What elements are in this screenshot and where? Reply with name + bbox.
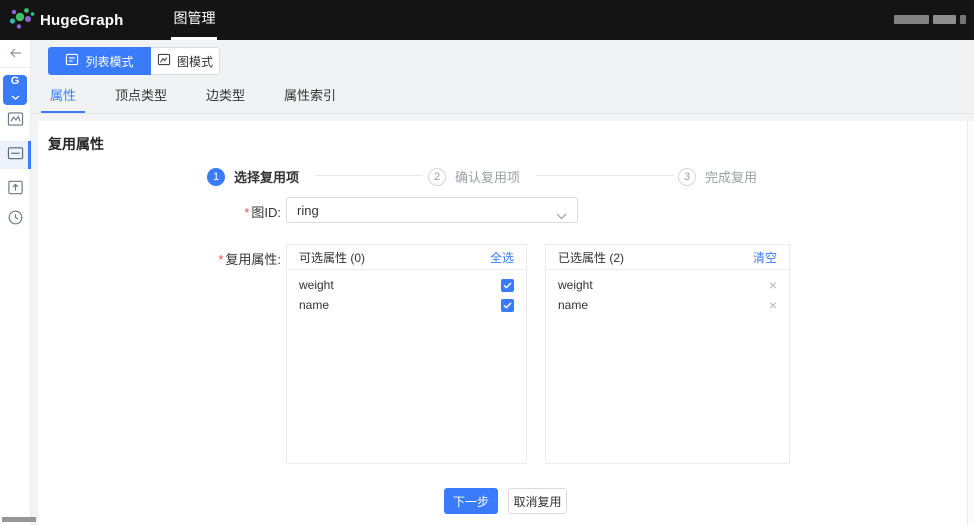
step-2: 2 确认复用项 (428, 167, 520, 186)
graph-id-label-text: 图ID: (251, 205, 281, 220)
tab-property[interactable]: 属性 (41, 82, 85, 113)
property-name: name (558, 298, 588, 312)
checkbox-checked[interactable] (501, 299, 514, 312)
step-connector (536, 175, 674, 176)
x-icon[interactable]: × (769, 278, 777, 292)
list-item: weight × (546, 275, 789, 295)
property-name: weight (558, 278, 593, 292)
selected-panel-header: 已选属性 (2) 清空 (546, 245, 789, 270)
nav-label: 图管理 (173, 10, 215, 26)
tab-label: 属性 (50, 88, 76, 103)
sidebar-active-indicator (28, 141, 31, 169)
reuse-property-panel: 复用属性 1 选择复用项 2 确认复用项 3 完成复用 *图ID: ring *… (38, 121, 967, 525)
arrow-left-icon (8, 46, 23, 65)
required-mark: * (244, 205, 249, 220)
selected-panel-body: weight × name × (546, 270, 789, 315)
required-mark: * (218, 252, 223, 267)
tab-vertex-type[interactable]: 顶点类型 (106, 82, 176, 113)
version-redacted (2, 517, 36, 522)
sidebar-divider (0, 67, 30, 68)
step-3-circle: 3 (678, 168, 696, 186)
scrollbar-track[interactable] (967, 121, 974, 525)
cancel-reuse-button[interactable]: 取消复用 (508, 488, 567, 514)
graph-mode-button[interactable]: 图模式 (151, 47, 220, 75)
available-title-text: 可选属性 (299, 251, 347, 265)
step-2-circle: 2 (428, 168, 446, 186)
tab-label: 属性索引 (284, 88, 336, 103)
clear-all-link[interactable]: 清空 (753, 249, 777, 266)
sidebar-collapse-button[interactable] (0, 46, 30, 64)
graph-id-value: ring (297, 203, 319, 218)
select-all-link[interactable]: 全选 (490, 249, 514, 266)
redacted-block (960, 15, 966, 24)
logo-dots-icon (8, 4, 35, 36)
tab-label: 顶点类型 (115, 88, 167, 103)
sidebar-item-import[interactable] (0, 179, 30, 201)
chevron-down-icon (556, 208, 567, 223)
available-panel-body: weight name (287, 270, 526, 315)
image-icon (7, 111, 24, 132)
selected-title-text: 已选属性 (558, 251, 606, 265)
list-mode-label: 列表模式 (85, 53, 133, 70)
upload-icon (7, 179, 24, 201)
reuse-property-label-text: 复用属性: (225, 252, 281, 267)
user-info-redacted (894, 15, 966, 24)
chevron-down-icon (11, 87, 20, 105)
selected-panel-title: 已选属性 (2) (558, 249, 624, 266)
schema-tabs: 属性 顶点类型 边类型 属性索引 (41, 82, 366, 113)
next-step-button[interactable]: 下一步 (444, 488, 498, 514)
graph-mode-label: 图模式 (177, 53, 213, 70)
available-panel-title: 可选属性 (0) (299, 249, 365, 266)
checkbox-checked[interactable] (501, 279, 514, 292)
graph-id-select[interactable]: ring (286, 197, 578, 223)
nav-graph-management[interactable]: 图管理 (171, 0, 217, 40)
selected-count: (2) (609, 251, 624, 265)
page-title: 复用属性 (48, 134, 104, 154)
selected-properties-panel: 已选属性 (2) 清空 weight × name × (545, 244, 790, 464)
graph-selector-badge[interactable]: G (3, 75, 27, 105)
tab-label: 边类型 (206, 88, 245, 103)
graph-badge-label: G (11, 75, 20, 87)
list-card-icon (7, 145, 24, 166)
available-properties-panel: 可选属性 (0) 全选 weight name (286, 244, 527, 464)
x-icon[interactable]: × (769, 298, 777, 312)
header-section: 列表模式 图模式 属性 顶点类型 边类型 属性索引 (31, 40, 974, 114)
property-name: name (299, 298, 329, 312)
step-1-circle: 1 (207, 168, 225, 186)
step-3: 3 完成复用 (678, 167, 757, 186)
tab-property-index[interactable]: 属性索引 (275, 82, 345, 113)
sidebar-item-tasks[interactable] (0, 209, 30, 231)
view-mode-switch: 列表模式 图模式 (48, 47, 220, 75)
property-name: weight (299, 278, 334, 292)
list-item: name × (546, 295, 789, 315)
available-panel-header: 可选属性 (0) 全选 (287, 245, 526, 270)
list-mode-button[interactable]: 列表模式 (48, 47, 151, 75)
list-item: weight (287, 275, 526, 295)
available-count: (0) (350, 251, 365, 265)
image-icon (157, 53, 171, 69)
step-2-label: 确认复用项 (455, 167, 520, 186)
brand-name: HugeGraph (40, 12, 123, 29)
redacted-block (933, 15, 956, 24)
graph-id-label: *图ID: (153, 202, 281, 221)
step-1: 1 选择复用项 (207, 167, 299, 186)
step-3-label: 完成复用 (705, 167, 757, 186)
sidebar: G (0, 40, 31, 525)
tab-edge-type[interactable]: 边类型 (197, 82, 254, 113)
reuse-property-label: *复用属性: (153, 249, 281, 268)
sidebar-item-metadata[interactable] (0, 141, 30, 169)
sidebar-item-analysis[interactable] (0, 110, 30, 132)
topbar: HugeGraph 图管理 (0, 0, 974, 40)
hugegraph-logo[interactable]: HugeGraph (8, 4, 123, 36)
list-icon (65, 53, 79, 69)
clock-icon (7, 209, 24, 231)
list-item: name (287, 295, 526, 315)
redacted-block (894, 15, 929, 24)
step-connector (315, 175, 423, 176)
step-1-label: 选择复用项 (234, 167, 299, 186)
